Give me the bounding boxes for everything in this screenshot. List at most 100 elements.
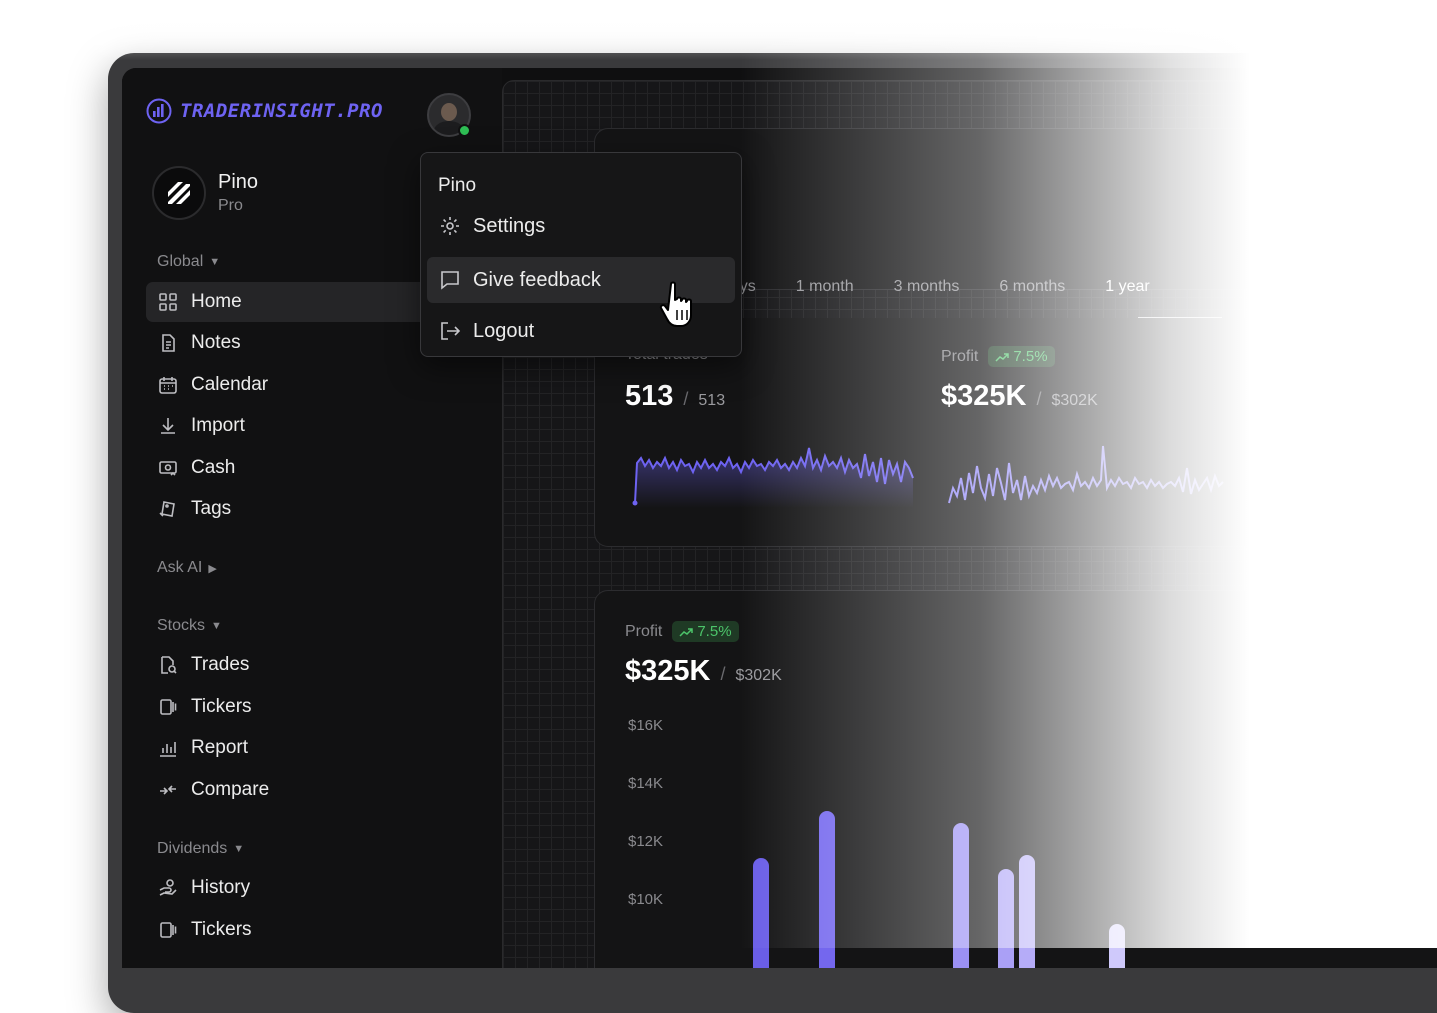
calendar-icon (159, 377, 177, 394)
profit-value: $325K (941, 380, 1027, 412)
sidebar-item-calendar[interactable]: Calendar (146, 365, 446, 405)
tab-1-month[interactable]: 1 month (796, 278, 854, 296)
sidebar-item-cash[interactable]: Cash (146, 448, 446, 488)
hand-coins-icon (159, 879, 177, 896)
avatar-face (441, 103, 457, 121)
compare-icon (160, 785, 176, 795)
y-tick-label: $12K (628, 833, 664, 850)
sidebar-item-label: Report (191, 737, 249, 758)
document-icon (162, 334, 175, 352)
logout-icon (441, 322, 461, 340)
tab-3-months[interactable]: 3 months (894, 278, 960, 296)
menu-item-label: Settings (473, 214, 546, 237)
sidebar-item-import[interactable]: Import (146, 406, 446, 446)
sidebar-item-dividend-tickers[interactable]: Tickers (146, 910, 446, 950)
profit-previous: $302K (735, 667, 782, 684)
profile-plan: Pro (218, 197, 243, 214)
profit-chart-panel: Profit 7.5% $325K / $302K $16K $14K $12K… (594, 590, 1437, 968)
brand-logo[interactable]: TRADERINSIGHT.PRO (146, 98, 383, 124)
gear-icon (441, 217, 459, 235)
bar-chart-icon (160, 742, 176, 757)
menu-item-label: Logout (473, 319, 535, 342)
profit-label: Profit 7.5% (625, 621, 739, 642)
profit-change-badge: 7.5% (988, 346, 1055, 367)
hand-pointer-cursor-icon (659, 281, 692, 327)
section-stocks[interactable]: Stocks ▼ (157, 617, 222, 635)
logo-icon (146, 98, 172, 124)
sidebar-item-notes[interactable]: Notes (146, 323, 446, 363)
menu-user-name: Pino (438, 175, 477, 196)
profit-label-top: Profit 7.5% (941, 346, 1055, 367)
sidebar-item-label: Trades (191, 654, 250, 675)
section-global[interactable]: Global ▼ (157, 253, 220, 271)
sidebar-item-label: Home (191, 291, 242, 312)
sidebar-item-report[interactable]: Report (146, 728, 446, 768)
profit-sparkline (948, 445, 1224, 504)
menu-item-settings[interactable]: Settings (427, 203, 735, 249)
sidebar-item-compare[interactable]: Compare (146, 770, 446, 810)
caret-right-icon: ▶ (208, 562, 217, 575)
caret-down-icon: ▼ (209, 256, 221, 268)
caret-down-icon: ▼ (211, 620, 222, 632)
ticker-icon (160, 699, 177, 715)
sidebar-item-label: Tickers (191, 919, 252, 940)
slash-separator: / (720, 664, 726, 684)
tab-1-year[interactable]: 1 year (1105, 278, 1149, 296)
profit-bar[interactable] (753, 857, 769, 968)
trend-up-icon (679, 627, 694, 637)
profit-values-top: $325K / $302K (941, 380, 1098, 413)
profit-bar[interactable] (819, 811, 835, 968)
sidebar-item-trades[interactable]: Trades (146, 645, 446, 685)
profit-values: $325K / $302K (625, 655, 782, 688)
section-dividends-label: Dividends (157, 840, 228, 857)
sidebar-item-label: Calendar (191, 374, 269, 395)
profit-value: $325K (625, 655, 711, 687)
sidebar-item-label: Tags (191, 498, 232, 519)
sidebar-item-tags[interactable]: Tags (146, 489, 446, 529)
chart-title: Profit (625, 622, 663, 640)
section-ask-ai[interactable]: Ask AI ▶ (157, 559, 217, 577)
profile-name: Pino (218, 171, 259, 193)
total-trades-values: 513 / 513 (625, 380, 725, 413)
y-tick-label: $16K (628, 717, 664, 734)
grid-icon (159, 293, 177, 311)
sidebar-item-label: Import (191, 415, 245, 436)
profit-change-badge: 7.5% (672, 621, 739, 642)
section-ask-ai-label: Ask AI (157, 559, 203, 576)
profit-bar[interactable] (998, 869, 1014, 968)
sidebar-item-history[interactable]: History (146, 868, 446, 908)
sidebar-item-label: Tickers (191, 696, 252, 717)
cash-icon (159, 461, 177, 476)
tab-6-months[interactable]: 6 months (999, 278, 1065, 296)
slash-separator: / (683, 389, 689, 409)
slash-separator: / (1036, 389, 1042, 409)
top-white-fade (0, 0, 1437, 60)
caret-down-icon: ▼ (233, 843, 245, 855)
workspace-profile[interactable]: Pino Pro (152, 166, 258, 220)
sidebar-item-label: Compare (191, 779, 270, 800)
online-status-dot (458, 124, 471, 137)
profit-bar[interactable] (1109, 924, 1125, 968)
section-stocks-label: Stocks (157, 617, 206, 634)
sidebar-item-label: Cash (191, 457, 236, 478)
total-trades-value: 513 (625, 380, 674, 412)
section-dividends[interactable]: Dividends ▼ (157, 840, 244, 858)
profit-bar[interactable] (953, 822, 969, 968)
workspace-logo (152, 166, 206, 220)
section-global-label: Global (157, 253, 204, 270)
sidebar-item-label: History (191, 877, 251, 898)
trend-up-icon (995, 352, 1010, 362)
sidebar-item-label: Notes (191, 332, 241, 353)
menu-item-label: Give feedback (473, 268, 601, 291)
ticker-icon (160, 922, 177, 938)
download-icon (161, 418, 175, 434)
trades-sparkline (632, 447, 914, 508)
tag-icon (159, 501, 175, 517)
stripes-logo-icon (168, 182, 190, 204)
sidebar-item-home[interactable]: Home (146, 282, 456, 322)
sidebar-item-tickers[interactable]: Tickers (146, 687, 446, 727)
profit-previous: $302K (1051, 392, 1098, 409)
app-screen: TRADERINSIGHT.PRO Pino Pro Global ▼ Home… (122, 68, 1437, 968)
message-icon (441, 271, 459, 290)
profit-bar[interactable] (1019, 854, 1035, 968)
